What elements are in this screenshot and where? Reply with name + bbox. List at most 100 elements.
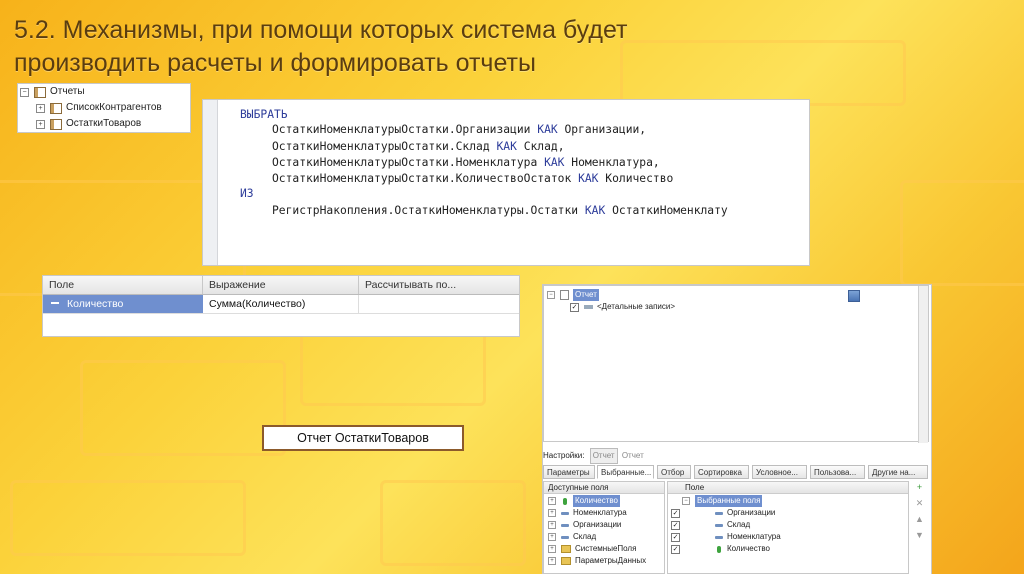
field-icon	[561, 523, 569, 527]
structure-root[interactable]: − Отчет	[547, 289, 599, 301]
list-item[interactable]: ✓ Количество	[671, 543, 770, 555]
available-fields-list: Доступные поля + Количество + Номенклатура…	[543, 481, 665, 574]
records-icon	[584, 305, 593, 309]
tab-other[interactable]: Другие на...	[868, 465, 928, 479]
list-item[interactable]: + Склад	[548, 531, 596, 543]
list-item[interactable]: ✓ Номенклатура	[671, 531, 781, 543]
folder-icon	[561, 545, 571, 553]
move-up-icon[interactable]: ▲	[915, 515, 924, 524]
settings-tabs: Параметры Выбранные... Отбор Сортировка …	[543, 465, 931, 479]
field-icon	[715, 535, 723, 539]
field-icon	[51, 301, 59, 304]
field-icon	[715, 511, 723, 515]
field-icon	[715, 523, 723, 527]
column-header[interactable]: Выражение	[203, 276, 359, 294]
list-item[interactable]: ✓ Склад	[671, 519, 750, 531]
list-item[interactable]: + Номенклатура	[548, 507, 627, 519]
tree-item-label: СписокКонтрагентов	[66, 102, 162, 113]
reports-tree: − Отчеты + СписокКонтрагентов + ОстаткиТ…	[18, 84, 190, 132]
settings-button[interactable]: Отчет	[589, 448, 618, 464]
side-toolbar: + ✕ ▲ ▼	[913, 481, 927, 574]
resource-icon	[717, 545, 721, 553]
checkbox[interactable]: ✓	[671, 544, 680, 554]
tree-item-stock[interactable]: + ОстаткиТоваров	[36, 116, 141, 132]
move-down-icon[interactable]: ▼	[915, 531, 924, 540]
tab-filter[interactable]: Отбор	[657, 465, 691, 479]
collapse-icon[interactable]: −	[547, 291, 555, 299]
settings-composer: − Отчет ✓ <Детальные записи> Настройки: …	[543, 285, 931, 574]
list-item[interactable]: + Количество	[548, 495, 620, 507]
title-line-1: 5.2. Механизмы, при помощи которых систе…	[14, 16, 628, 44]
list-item[interactable]: + Организации	[548, 519, 621, 531]
settings-row: Настройки: Отчет Отчет	[543, 448, 644, 464]
select-keyword: ВЫБРАТЬ	[240, 108, 288, 121]
title-line-2: производить расчеты и формировать отчеты	[14, 49, 536, 77]
tab-selected-fields[interactable]: Выбранные...	[597, 465, 654, 479]
query-line: ОстаткиНоменклатурыОстатки.Склад КАК Скл…	[272, 140, 565, 153]
available-fields-header: Доступные поля	[544, 482, 664, 494]
list-item[interactable]: + СистемныеПоля	[548, 543, 636, 555]
editor-gutter	[203, 100, 218, 265]
expand-icon[interactable]: +	[548, 545, 556, 553]
delete-icon[interactable]: ✕	[915, 499, 924, 508]
report-icon	[50, 118, 62, 130]
collapse-icon[interactable]: −	[20, 87, 29, 97]
checkbox[interactable]: ✓	[570, 302, 579, 312]
report-caption: Отчет ОстаткиТоваров	[262, 425, 464, 451]
expand-icon[interactable]: +	[36, 119, 45, 129]
list-item[interactable]: + ПараметрыДанных	[548, 555, 646, 567]
tree-item-label: ОстаткиТоваров	[66, 118, 142, 129]
calc-by-cell[interactable]	[359, 295, 519, 313]
query-line: ОстаткиНоменклатурыОстатки.КоличествоОст…	[272, 172, 674, 185]
checkbox[interactable]: ✓	[671, 520, 680, 530]
tree-root-label: Отчеты	[50, 86, 85, 97]
collapse-icon[interactable]: −	[682, 497, 690, 505]
table-header: Поле Выражение Рассчитывать по...	[43, 276, 519, 295]
table-row[interactable]: Количество Сумма(Количество)	[43, 295, 519, 314]
expand-icon[interactable]: +	[548, 521, 556, 529]
tab-conditional[interactable]: Условное...	[752, 465, 807, 479]
column-header[interactable]: Поле	[43, 276, 203, 294]
structure-child-label: <Детальные записи>	[597, 302, 676, 311]
expand-icon[interactable]: +	[548, 497, 556, 505]
tree-item-counterparties[interactable]: + СписокКонтрагентов	[36, 100, 162, 116]
structure-child[interactable]: ✓ <Детальные записи>	[570, 301, 675, 313]
report-icon	[50, 102, 62, 114]
expand-icon[interactable]: +	[548, 533, 556, 541]
reports-icon	[34, 86, 46, 98]
tab-parameters[interactable]: Параметры	[543, 465, 595, 479]
add-icon[interactable]: +	[915, 483, 924, 492]
field-cell[interactable]: Количество	[43, 295, 203, 313]
query-line: ОстаткиНоменклатурыОстатки.Организации К…	[272, 123, 647, 136]
expand-icon[interactable]: +	[548, 557, 556, 565]
structure-icon[interactable]	[848, 290, 860, 302]
settings-label: Настройки:	[543, 451, 585, 460]
selected-fields-list: Поле − Выбранные поля ✓ Организации ✓ Склад…	[667, 481, 909, 574]
field-icon	[561, 535, 569, 539]
query-line: ОстаткиНоменклатурыОстатки.Номенклатура …	[272, 156, 660, 169]
checkbox[interactable]: ✓	[671, 508, 680, 518]
resource-icon	[563, 497, 567, 505]
expand-icon[interactable]: +	[548, 509, 556, 517]
folder-icon	[561, 557, 571, 565]
tree-root[interactable]: − Отчеты	[20, 84, 85, 100]
settings-value: Отчет	[621, 451, 644, 460]
selected-fields-header: Поле	[668, 482, 908, 494]
expression-cell[interactable]: Сумма(Количество)	[203, 295, 359, 313]
checkbox[interactable]: ✓	[671, 532, 680, 542]
column-header[interactable]: Рассчитывать по...	[359, 276, 519, 294]
structure-tree: − Отчет ✓ <Детальные записи>	[543, 285, 929, 443]
vertical-scrollbar[interactable]	[918, 286, 928, 443]
from-keyword: ИЗ	[240, 187, 254, 200]
tab-user[interactable]: Пользова...	[810, 465, 865, 479]
slide-title: 5.2. Механизмы, при помощи которых систе…	[14, 14, 1014, 80]
query-from-line: РегистрНакопления.ОстаткиНоменклатуры.Ос…	[272, 204, 728, 217]
document-icon	[560, 290, 569, 300]
resources-table: Поле Выражение Рассчитывать по... Количе…	[43, 276, 519, 336]
list-item[interactable]: ✓ Организации	[671, 507, 775, 519]
query-editor[interactable]: ВЫБРАТЬ ОстаткиНоменклатурыОстатки.Орган…	[203, 100, 809, 265]
structure-root-label: Отчет	[573, 289, 599, 301]
selected-root[interactable]: − Выбранные поля	[682, 495, 763, 507]
tab-sorting[interactable]: Сортировка	[694, 465, 749, 479]
expand-icon[interactable]: +	[36, 103, 45, 113]
